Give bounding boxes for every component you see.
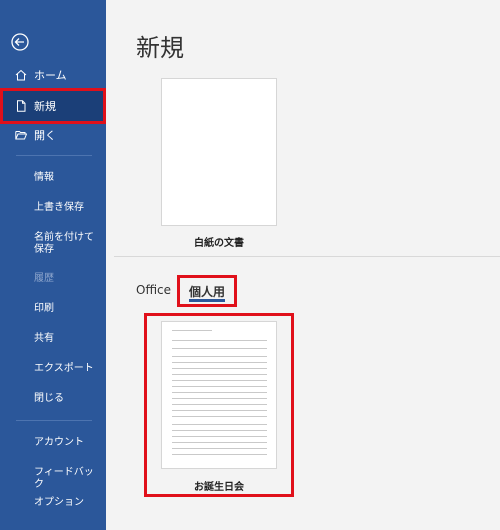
template-preview-line (172, 436, 267, 437)
section-divider (114, 256, 500, 257)
template-preview-line (172, 356, 267, 357)
blank-document-template[interactable] (161, 78, 277, 226)
template-preview-line (172, 430, 267, 431)
sidebar-item-save-as[interactable]: 名前を付けて保存 (34, 232, 100, 256)
sidebar-item-label: ホーム (34, 69, 67, 82)
home-icon (14, 68, 28, 82)
sidebar-item-label: 新規 (34, 100, 56, 113)
sidebar-item-info[interactable]: 情報 (34, 172, 100, 184)
sidebar-item-new[interactable]: 新規 (0, 88, 106, 124)
sidebar-item-print[interactable]: 印刷 (34, 303, 100, 315)
template-preview-line (172, 392, 267, 393)
template-preview-line (172, 368, 267, 369)
main-panel: 新規 白紙の文書 Office 個人用 お誕生日会 (106, 0, 500, 530)
new-document-icon (14, 99, 28, 113)
template-preview-line (172, 416, 267, 417)
sidebar-item-feedback[interactable]: フィードバック (34, 467, 100, 491)
template-preview-line (172, 410, 267, 411)
birthday-party-template[interactable] (161, 321, 277, 469)
backstage-sidebar: ホーム 新規 開く 情報 上書き保存 名前を付けて保存 履歴 印刷 共有 エクス… (0, 0, 106, 530)
template-preview-line (172, 348, 267, 349)
blank-document-label: 白紙の文書 (194, 238, 244, 249)
template-preview-line (172, 442, 267, 443)
sidebar-item-options[interactable]: オプション (34, 497, 100, 509)
template-preview-line (172, 386, 267, 387)
tab-office[interactable]: Office (136, 283, 171, 297)
template-preview-line (172, 340, 267, 341)
tab-active-underline (189, 299, 225, 302)
template-preview-line (172, 454, 267, 455)
tab-personal[interactable]: 個人用 (189, 283, 225, 300)
sidebar-item-home[interactable]: ホーム (0, 60, 106, 90)
sidebar-item-share[interactable]: 共有 (34, 333, 100, 345)
template-preview-line (172, 448, 267, 449)
sidebar-item-history: 履歴 (34, 273, 54, 284)
sidebar-item-export[interactable]: エクスポート (34, 363, 100, 375)
template-preview-line (172, 424, 267, 425)
sidebar-item-account[interactable]: アカウント (34, 437, 100, 449)
template-preview-line (172, 374, 267, 375)
sidebar-item-label: 開く (34, 129, 56, 142)
sidebar-item-close[interactable]: 閉じる (34, 393, 100, 405)
sidebar-divider (16, 420, 92, 421)
template-preview-line (172, 330, 212, 331)
template-preview-line (172, 380, 267, 381)
sidebar-item-open[interactable]: 開く (0, 120, 106, 150)
folder-open-icon (14, 128, 28, 142)
template-preview-line (172, 404, 267, 405)
sidebar-divider (16, 155, 92, 156)
sidebar-item-save[interactable]: 上書き保存 (34, 202, 100, 214)
template-preview-line (172, 398, 267, 399)
template-preview-line (172, 362, 267, 363)
birthday-party-label: お誕生日会 (194, 482, 244, 493)
page-title: 新規 (136, 34, 184, 62)
back-arrow-icon[interactable] (10, 32, 30, 52)
